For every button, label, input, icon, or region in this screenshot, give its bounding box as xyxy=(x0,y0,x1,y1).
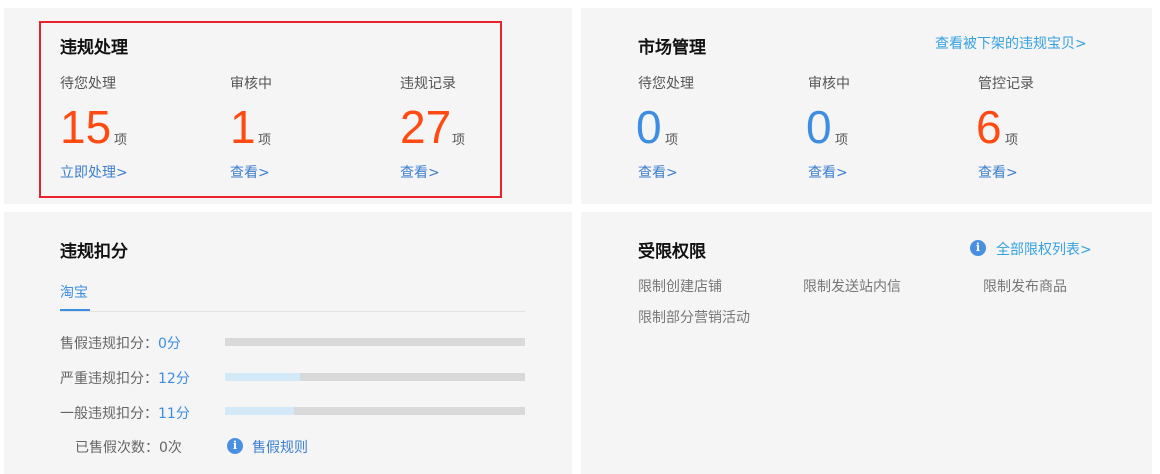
market-pending-view-link[interactable]: 查看> xyxy=(638,162,678,182)
serious-score-bar-fill xyxy=(225,373,300,381)
serious-score-row: 严重违规扣分：12分 xyxy=(60,368,190,388)
info-icon: i xyxy=(227,438,243,454)
fake-rules-link[interactable]: 售假规则 xyxy=(252,437,308,457)
fake-score-bar xyxy=(225,338,525,346)
violation-review-label: 审核中 xyxy=(230,76,272,92)
market-review-view-link[interactable]: 查看> xyxy=(808,162,848,182)
restriction-item: 限制创建店铺 xyxy=(638,279,722,295)
general-score-bar-fill xyxy=(225,407,294,415)
violation-record-unit: 项 xyxy=(452,133,466,148)
fake-score-row: 售假违规扣分：0分 xyxy=(60,333,181,353)
info-icon: i xyxy=(970,240,986,256)
general-score-label: 一般违规扣分： xyxy=(60,406,158,422)
fake-count-row: 已售假次数：0次 xyxy=(75,437,182,457)
violation-pending-count: 15 xyxy=(60,101,112,153)
general-score-bar xyxy=(225,407,525,415)
violation-pending-label: 待您处理 xyxy=(60,76,116,92)
fake-count-label: 已售假次数： xyxy=(75,440,159,456)
violation-review-unit: 项 xyxy=(258,133,272,148)
violation-record-view-link[interactable]: 查看> xyxy=(400,162,440,182)
control-record-count: 6 xyxy=(976,101,1002,153)
violation-record-count: 27 xyxy=(400,101,452,153)
market-pending-unit: 项 xyxy=(665,133,679,148)
restriction-item: 限制部分营销活动 xyxy=(638,310,750,326)
fake-score-label: 售假违规扣分： xyxy=(60,336,158,352)
serious-score-label: 严重违规扣分： xyxy=(60,371,158,387)
serious-score-bar xyxy=(225,373,525,381)
process-now-link[interactable]: 立即处理> xyxy=(60,162,128,182)
all-restrictions-link[interactable]: 全部限权列表> xyxy=(996,239,1092,259)
violation-review-count: 1 xyxy=(230,101,256,153)
market-pending-label: 待您处理 xyxy=(638,76,694,92)
serious-score-value: 12分 xyxy=(158,371,190,387)
tab-taobao[interactable]: 淘宝 xyxy=(60,282,88,302)
general-score-row: 一般违规扣分：11分 xyxy=(60,403,190,423)
restriction-item: 限制发送站内信 xyxy=(803,279,901,295)
removed-items-link[interactable]: 查看被下架的违规宝贝> xyxy=(935,33,1087,53)
violation-title: 违规处理 xyxy=(60,38,128,58)
violation-pending-unit: 项 xyxy=(114,133,128,148)
fake-count-value: 0次 xyxy=(159,440,182,456)
restriction-item: 限制发布商品 xyxy=(983,279,1067,295)
general-score-value: 11分 xyxy=(158,406,190,422)
market-review-label: 审核中 xyxy=(808,76,850,92)
control-record-view-link[interactable]: 查看> xyxy=(978,162,1018,182)
violation-record-label: 违规记录 xyxy=(400,76,456,92)
tab-divider xyxy=(60,311,525,312)
violation-review-view-link[interactable]: 查看> xyxy=(230,162,270,182)
restriction-title: 受限权限 xyxy=(638,242,706,262)
fake-score-value: 0分 xyxy=(158,336,181,352)
market-review-unit: 项 xyxy=(835,133,849,148)
control-record-label: 管控记录 xyxy=(978,76,1034,92)
market-pending-count: 0 xyxy=(636,101,662,153)
market-review-count: 0 xyxy=(806,101,832,153)
market-title: 市场管理 xyxy=(638,38,706,58)
control-record-unit: 项 xyxy=(1005,133,1019,148)
deduction-title: 违规扣分 xyxy=(60,242,128,262)
